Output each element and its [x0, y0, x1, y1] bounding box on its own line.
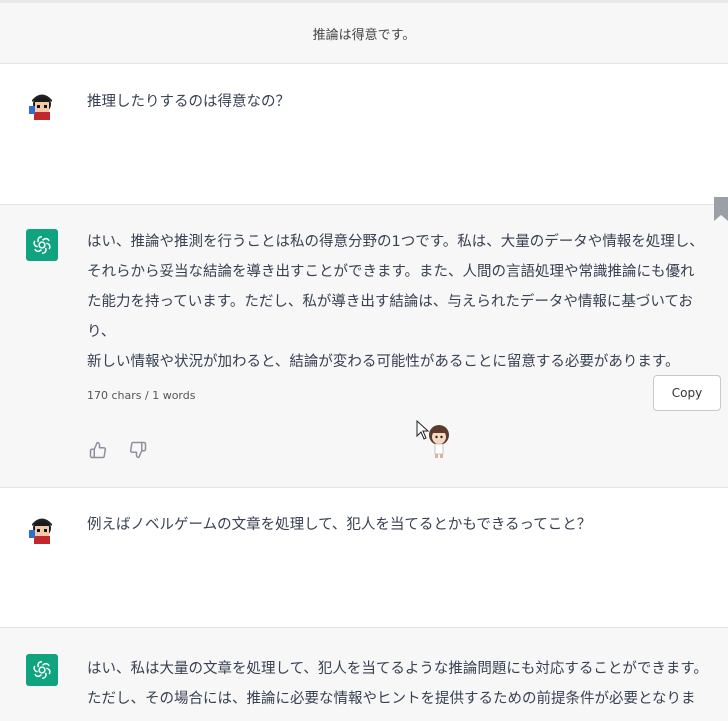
char-count: 170 chars / 1 words — [87, 389, 196, 402]
conversation-title-bar: 推論は得意です。 — [0, 0, 728, 64]
message-text: 推理したりするのは得意なの？ — [87, 94, 290, 110]
thumbs-down-icon[interactable] — [129, 441, 147, 459]
assistant-message: はい、私は大量の文章を処理して、犯人を当てるような推論問題にも対応することができ… — [0, 628, 728, 721]
user-avatar-icon — [26, 90, 58, 122]
openai-logo-icon — [26, 654, 58, 686]
message-text: はい、私は大量の文章を処理して、犯人を当てるような推論問題にも対応することができ… — [87, 661, 708, 707]
user-avatar-icon — [26, 514, 58, 546]
message-text: 例えばノベルゲームの文章を処理して、犯人を当てるとかもできるってこと？ — [87, 517, 592, 533]
character-sprite-icon — [426, 424, 452, 462]
message-text: はい、推論や推測を行うことは私の得意分野の1つです。私は、大量のデータや情報を処… — [87, 234, 704, 370]
user-message: 例えばノベルゲームの文章を処理して、犯人を当てるとかもできるってこと？ — [0, 488, 728, 628]
assistant-message: はい、推論や推測を行うことは私の得意分野の1つです。私は、大量のデータや情報を処… — [0, 197, 728, 488]
conversation-title: 推論は得意です。 — [312, 27, 416, 43]
bookmark-icon[interactable] — [714, 197, 728, 221]
user-message: 推理したりするのは得意なの？ — [0, 64, 728, 205]
openai-logo-icon — [26, 229, 58, 261]
thumbs-up-icon[interactable] — [89, 441, 107, 459]
copy-button[interactable]: Copy — [653, 375, 721, 411]
